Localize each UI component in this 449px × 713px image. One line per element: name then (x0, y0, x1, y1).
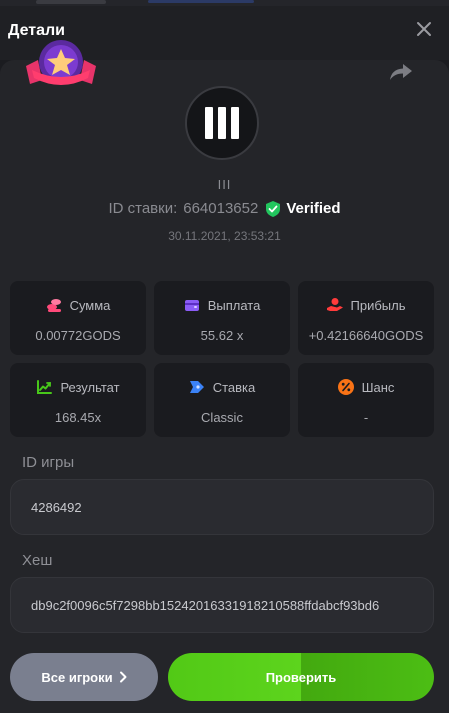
blurred-tab (148, 0, 254, 3)
stat-value: 55.62 x (200, 328, 244, 343)
hash-label: Хеш (22, 552, 53, 569)
game-logo (185, 86, 259, 160)
rank-badge-icon (26, 40, 96, 85)
verify-button[interactable]: Проверить (168, 653, 434, 701)
stat-card-amount: Сумма 0.00772GODS (10, 281, 146, 355)
all-players-button[interactable]: Все игроки (10, 653, 158, 701)
stat-label: Прибыль (350, 297, 406, 313)
tag-icon (189, 381, 204, 393)
verified-label: Verified (286, 200, 341, 217)
percent-icon (337, 379, 354, 395)
hand-coin-icon (326, 298, 343, 311)
wallet-icon (184, 300, 199, 311)
stat-label: Ставка (212, 379, 256, 395)
share-icon[interactable] (389, 63, 413, 81)
game-logo-icon (205, 107, 239, 139)
stat-value: 168.45x (54, 410, 102, 425)
bet-id-row: ID ставки: 664013652 Verified (0, 200, 449, 217)
stat-value: 0.00772GODS (35, 328, 121, 343)
bet-datetime: 30.11.2021, 23:53:21 (168, 229, 281, 243)
stat-label: Шанс (361, 379, 395, 395)
stat-label: Сумма (69, 297, 111, 313)
stat-value: Classic (201, 410, 243, 425)
stat-card-profit: Прибыль +0.42166640GODS (298, 281, 434, 355)
coins-icon (46, 299, 61, 312)
chevron-right-icon (119, 671, 127, 683)
verified-shield-icon (266, 200, 281, 217)
stat-value: - (363, 410, 369, 425)
all-players-label: Все игроки (41, 669, 113, 685)
stat-card-chance: Шанс - (298, 363, 434, 437)
stat-label: Выплата (207, 297, 261, 313)
stat-value: +0.42166640GODS (308, 328, 424, 343)
chart-up-icon (37, 380, 53, 394)
game-id-field[interactable]: 4286492 (10, 479, 434, 535)
hash-field[interactable]: db9c2f0096c5f7298bb15242016331918210588f… (10, 577, 434, 633)
bet-id-label: ID ставки: (108, 200, 178, 217)
verify-label: Проверить (265, 669, 337, 685)
close-icon[interactable] (415, 20, 433, 38)
game-id-label: ID игры (22, 454, 75, 471)
bet-id-value: 664013652 (183, 200, 259, 217)
blurred-text (36, 0, 106, 4)
stat-card-bet-type: Ставка Classic (154, 363, 290, 437)
modal-title: Детали (8, 22, 66, 39)
stat-card-payout: Выплата 55.62 x (154, 281, 290, 355)
stat-label: Результат (60, 379, 120, 395)
stat-card-result: Результат 168.45x (10, 363, 146, 437)
game-name: III (217, 177, 232, 192)
